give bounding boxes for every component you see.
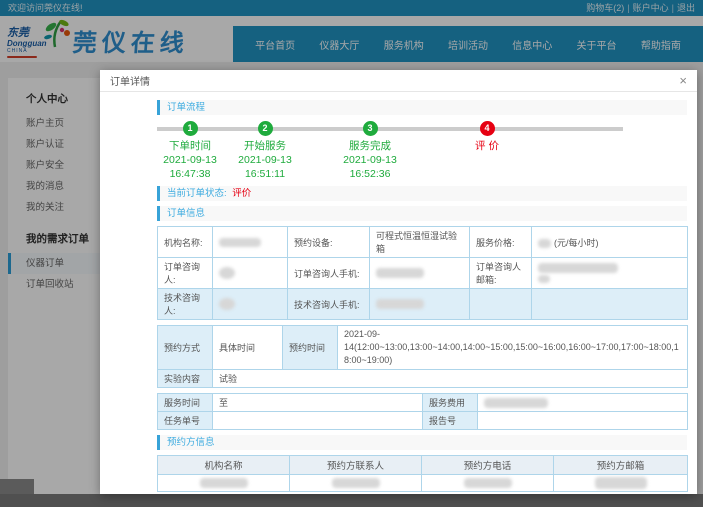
step-3-time: 16:52:36 <box>325 167 415 181</box>
step-4-dot: 4 <box>480 121 495 136</box>
section-provider-info: 预约方信息 <box>157 435 687 450</box>
provider-org-value <box>158 475 290 492</box>
redacted-email <box>538 263 618 273</box>
provider-email-value <box>554 475 688 492</box>
service-table: 服务时间 至 服务费用 任务单号 报告号 <box>157 393 688 430</box>
booking-time-value: 2021-09-14(12:00~13:00,13:00~14:00,14:00… <box>338 326 688 370</box>
redacted-contact <box>219 267 235 279</box>
service-time-value: 至 <box>213 394 423 412</box>
provider-contact-value <box>290 475 422 492</box>
order-contact-value <box>213 258 288 289</box>
booking-method-label: 预约方式 <box>158 326 213 370</box>
service-fee-value <box>478 394 688 412</box>
tech-phone-label: 技术咨询人手机: <box>288 289 370 320</box>
step-2-dot: 2 <box>258 121 273 136</box>
price-unit: (元/每小时) <box>554 238 599 248</box>
report-number-label: 报告号 <box>423 412 478 430</box>
order-phone-label: 订单咨询人手机: <box>288 258 370 289</box>
order-phone-value <box>370 258 470 289</box>
device-label: 预约设备: <box>288 227 370 258</box>
provider-table: 机构名称 预约方联系人 预约方电话 预约方邮箱 <box>157 455 688 492</box>
step-3-dot: 3 <box>363 121 378 136</box>
order-stepper: 1 下单时间 2021-09-13 16:47:38 2 开始服务 2021-0… <box>157 121 687 181</box>
order-contact-label: 订单咨询人: <box>158 258 213 289</box>
step-service-completed: 3 服务完成 2021-09-13 16:52:36 <box>325 121 415 181</box>
order-info-table: 机构名称: 预约设备: 可程式恒温恒湿试验箱 服务价格: (元/每小时) 订单咨… <box>157 226 688 320</box>
section-order-info: 订单信息 <box>157 206 687 221</box>
tech-contact-value <box>213 289 288 320</box>
provider-email-header: 预约方邮箱 <box>554 456 688 475</box>
org-name-label: 机构名称: <box>158 227 213 258</box>
provider-contact-header: 预约方联系人 <box>290 456 422 475</box>
provider-phone-header: 预约方电话 <box>422 456 554 475</box>
redacted-provider-email <box>595 477 647 489</box>
service-time-label: 服务时间 <box>158 394 213 412</box>
table-row: 任务单号 报告号 <box>158 412 688 430</box>
org-name-value <box>213 227 288 258</box>
redacted-org-name <box>219 238 261 247</box>
service-fee-label: 服务费用 <box>423 394 478 412</box>
order-email-value <box>532 258 688 289</box>
redacted-tech-contact <box>219 298 235 310</box>
modal-title: 订单详情 <box>110 73 150 88</box>
step-3-label: 服务完成 <box>325 139 415 153</box>
redacted-provider-org <box>200 478 248 488</box>
step-1-dot: 1 <box>183 121 198 136</box>
close-icon[interactable]: × <box>679 74 687 87</box>
table-row: 订单咨询人: 订单咨询人手机: 订单咨询人邮箱: <box>158 258 688 289</box>
booking-time-label: 预约时间 <box>283 326 338 370</box>
task-number-label: 任务单号 <box>158 412 213 430</box>
redacted-provider-phone <box>464 478 512 488</box>
current-status-label: 当前订单状态: <box>167 188 227 199</box>
redacted-tech-phone <box>376 299 424 309</box>
table-row: 实验内容 试验 <box>158 370 688 388</box>
step-service-started: 2 开始服务 2021-09-13 16:51:11 <box>220 121 310 181</box>
price-label: 服务价格: <box>470 227 532 258</box>
price-value: (元/每小时) <box>532 227 688 258</box>
provider-phone-value <box>422 475 554 492</box>
redacted-phone <box>376 268 424 278</box>
modal-titlebar: 订单详情 × <box>100 70 697 92</box>
table-row: 预约方式 具体时间 预约时间 2021-09-14(12:00~13:00,13… <box>158 326 688 370</box>
device-value: 可程式恒温恒湿试验箱 <box>370 227 470 258</box>
section-current-status: 当前订单状态: 评价 <box>157 186 687 201</box>
step-2-label: 开始服务 <box>220 139 310 153</box>
redacted-provider-contact <box>332 478 380 488</box>
empty-cell <box>532 289 688 320</box>
provider-org-header: 机构名称 <box>158 456 290 475</box>
page: 欢迎访问莞仪在线! 购物车(2)|账户中心|退出 东莞 Dongguan CHI… <box>0 0 703 507</box>
task-number-value <box>213 412 423 430</box>
current-status-value: 评价 <box>232 188 251 199</box>
step-2-time: 16:51:11 <box>220 167 310 181</box>
redacted-price <box>538 239 551 248</box>
tech-phone-value <box>370 289 470 320</box>
table-row: 机构名称 预约方联系人 预约方电话 预约方邮箱 <box>158 456 688 475</box>
empty-cell <box>470 289 532 320</box>
booking-table: 预约方式 具体时间 预约时间 2021-09-14(12:00~13:00,13… <box>157 325 688 388</box>
booking-method-value: 具体时间 <box>213 326 283 370</box>
table-row: 技术咨询人: 技术咨询人手机: <box>158 289 688 320</box>
report-number-value <box>478 412 688 430</box>
order-detail-modal: 订单详情 × 订单流程 1 下单时间 2021-09-13 16:47:38 2… <box>100 70 697 494</box>
table-row: 服务时间 至 服务费用 <box>158 394 688 412</box>
experiment-content-value: 试验 <box>213 370 688 388</box>
order-email-label: 订单咨询人邮箱: <box>470 258 532 289</box>
step-review: 4 评 价 <box>442 121 532 153</box>
section-order-flow: 订单流程 <box>157 100 687 115</box>
step-3-date: 2021-09-13 <box>325 153 415 167</box>
redacted-email-2 <box>538 275 550 283</box>
modal-body: 订单流程 1 下单时间 2021-09-13 16:47:38 2 开始服务 2… <box>100 92 697 492</box>
table-row <box>158 475 688 492</box>
table-row: 机构名称: 预约设备: 可程式恒温恒湿试验箱 服务价格: (元/每小时) <box>158 227 688 258</box>
experiment-content-label: 实验内容 <box>158 370 213 388</box>
tech-contact-label: 技术咨询人: <box>158 289 213 320</box>
redacted-fee <box>484 398 548 408</box>
step-2-date: 2021-09-13 <box>220 153 310 167</box>
step-4-label: 评 价 <box>442 139 532 153</box>
